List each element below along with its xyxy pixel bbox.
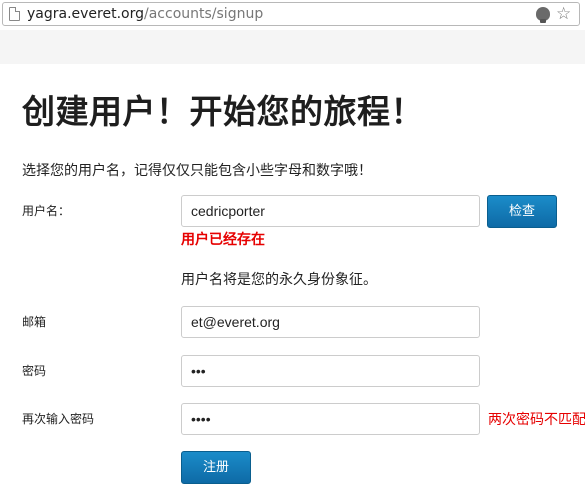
page-icon	[9, 7, 20, 21]
username-error: 用户已经存在	[181, 232, 265, 248]
password-label: 密码	[22, 364, 47, 378]
url-text[interactable]: yagra.everet.org/accounts/signup	[27, 6, 263, 22]
check-button[interactable]: 检查	[487, 195, 557, 228]
browser-toolbar: yagra.everet.org/accounts/signup ☆	[0, 0, 585, 30]
username-input[interactable]: cedricporter	[181, 195, 480, 227]
url-host: yagra.everet.org	[27, 6, 145, 22]
password-input[interactable]: •••	[181, 355, 480, 387]
username-label: 用户名：	[22, 204, 71, 218]
page-title: 创建用户！开始您的旅程！	[22, 92, 424, 131]
star-icon[interactable]: ☆	[556, 4, 571, 24]
url-path: /accounts/signup	[144, 6, 264, 22]
password-confirm-label: 再次输入密码	[22, 412, 95, 426]
username-hint: 用户名将是您的永久身份象征。	[181, 272, 377, 288]
password-confirm-input[interactable]: ••••	[181, 403, 480, 435]
site-header-band	[0, 30, 585, 64]
password-mismatch-error: 两次密码不匹配	[488, 412, 585, 428]
intro-text: 选择您的用户名，记得仅仅只能包含小些字母和数字哦！	[22, 163, 372, 179]
lightbulb-icon[interactable]	[536, 7, 550, 23]
address-bar[interactable]: yagra.everet.org/accounts/signup ☆	[2, 2, 580, 26]
email-input[interactable]: et@everet.org	[181, 306, 480, 338]
signup-button[interactable]: 注册	[181, 451, 251, 484]
email-label: 邮箱	[22, 315, 47, 329]
